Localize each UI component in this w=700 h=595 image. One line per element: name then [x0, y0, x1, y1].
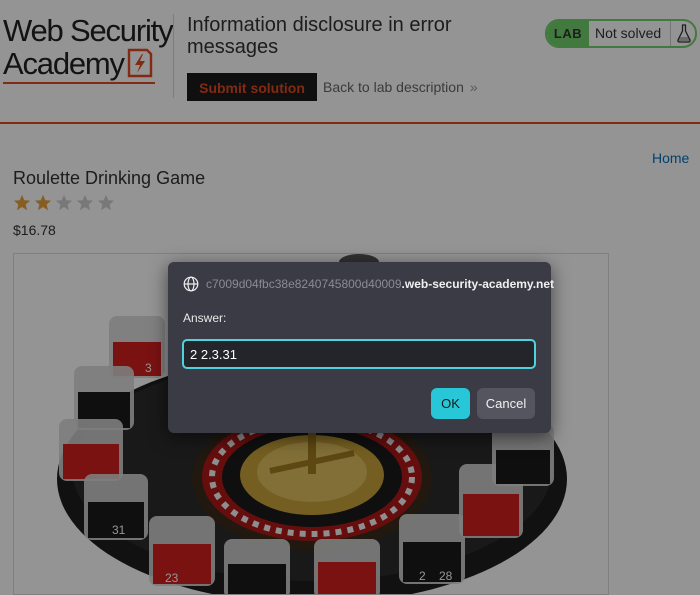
- dialog-origin-host: .web-security-academy.net: [401, 277, 555, 291]
- answer-input[interactable]: [182, 339, 536, 369]
- dialog-origin: c7009d04fbc38e8240745800d40009.web-secur…: [206, 277, 554, 291]
- cancel-button[interactable]: Cancel: [477, 388, 535, 419]
- prompt-dialog: c7009d04fbc38e8240745800d40009.web-secur…: [168, 262, 554, 433]
- globe-icon: [183, 276, 199, 292]
- dialog-origin-faded: c7009d04fbc38e8240745800d40009: [206, 277, 402, 291]
- dialog-prompt-label: Answer:: [183, 311, 227, 325]
- ok-button[interactable]: OK: [431, 388, 470, 419]
